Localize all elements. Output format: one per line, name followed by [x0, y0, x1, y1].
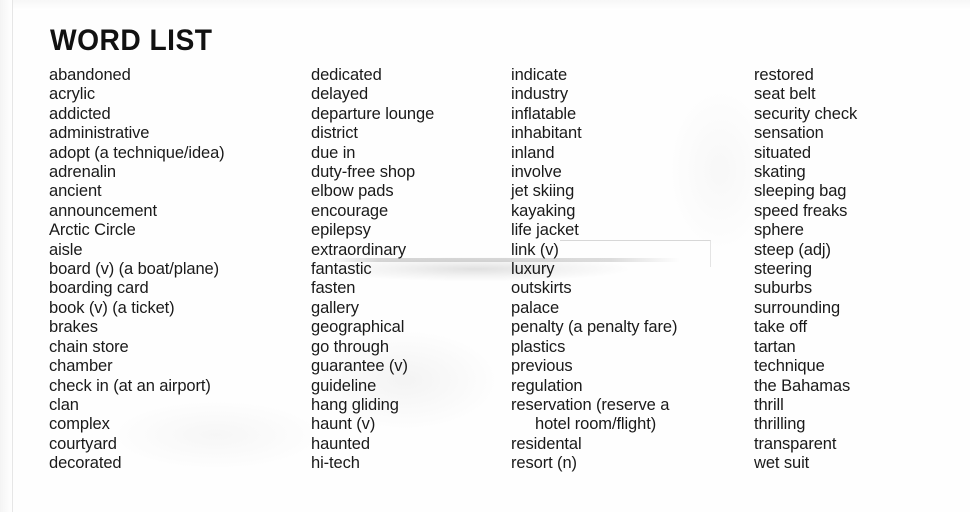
word-list-item: brakes: [49, 318, 98, 337]
word-list-item: resort (n): [511, 454, 577, 473]
word-list-item: fasten: [311, 279, 356, 298]
word-list-item: courtyard: [49, 434, 117, 453]
word-list-item: wet suit: [754, 454, 810, 473]
word-list-item: restored: [754, 66, 814, 84]
word-list-item: acrylic: [49, 85, 96, 104]
word-list-item: adopt (a technique/idea): [49, 143, 225, 162]
word-list-item: Arctic Circle: [49, 221, 136, 240]
word-list-item: sleeping bag: [754, 182, 847, 201]
word-list-item: technique: [754, 357, 825, 376]
word-list-item: situated: [754, 143, 811, 162]
word-list-item: haunted: [311, 434, 370, 453]
word-list-item: link (v): [511, 240, 559, 259]
word-list-item: ancient: [49, 182, 102, 201]
word-list-item: district: [311, 124, 358, 143]
word-list-item: go through: [311, 337, 389, 356]
word-list-item: duty-free shop: [311, 163, 416, 182]
word-list-item: sensation: [754, 124, 824, 143]
word-list-item: fantastic: [311, 260, 372, 279]
word-list-item: chain store: [49, 337, 129, 356]
word-list-item: epilepsy: [311, 221, 371, 240]
word-list-item: hi-tech: [311, 454, 360, 473]
page-content: WORD LIST abandoned acrylic addicted admini…: [0, 0, 970, 512]
word-list-item: administrative: [49, 124, 150, 143]
word-list-item: chamber: [49, 357, 113, 376]
word-list-item: plastics: [511, 337, 566, 356]
word-list-item: adrenalin: [49, 163, 116, 182]
word-list-item: kayaking: [511, 201, 576, 220]
word-list-item: previous: [511, 357, 573, 376]
word-list-item: seat belt: [754, 85, 816, 104]
word-list-item: steep (adj): [754, 240, 831, 259]
word-list-item: surrounding: [754, 298, 841, 317]
word-list-item: luxury: [511, 260, 555, 279]
word-list-item: sphere: [754, 221, 804, 240]
word-list-item: inland: [511, 143, 555, 162]
page-title: WORD LIST: [50, 24, 213, 57]
word-list-item: steering: [754, 260, 812, 279]
word-list-item: take off: [754, 318, 808, 337]
word-list-item: speed freaks: [754, 201, 848, 220]
word-list-item: geographical: [311, 318, 405, 337]
word-list-item: inhabitant: [511, 124, 582, 143]
word-list-item: hang gliding: [311, 395, 399, 414]
word-list-item: boarding card: [49, 279, 149, 298]
word-list-item: penalty (a penalty fare): [511, 318, 678, 337]
word-list-item: decorated: [49, 454, 122, 473]
word-list-item: palace: [511, 298, 560, 317]
word-list-item: announcement: [49, 201, 157, 220]
word-column-1: abandoned acrylic addicted administrative ad…: [49, 66, 304, 474]
word-list-item: board (v) (a boat/plane): [49, 260, 220, 279]
word-list-item: suburbs: [754, 279, 813, 298]
word-list-item: reservation (reserve a: [511, 395, 670, 414]
word-list-item: the Bahamas: [754, 376, 851, 395]
word-list-item: skating: [754, 163, 806, 182]
word-list-item: departure lounge: [311, 104, 435, 123]
word-list-item: clan: [49, 395, 79, 414]
word-list-item: involve: [511, 163, 562, 182]
word-list-item: tartan: [754, 337, 796, 356]
word-list-item: check in (at an airport): [49, 376, 211, 395]
word-list-item: guideline: [311, 376, 377, 395]
word-list-item: gallery: [311, 298, 359, 317]
word-list-item: delayed: [311, 85, 369, 104]
word-list-item: security check: [754, 104, 858, 123]
word-list-item: guarantee (v): [311, 357, 408, 376]
word-column-2: dedicated delayed departure lounge district…: [311, 66, 506, 474]
word-list-item: elbow pads: [311, 182, 394, 201]
word-list-item: haunt (v): [311, 415, 376, 434]
word-list-item: industry: [511, 85, 568, 104]
word-list-item: regulation: [511, 376, 583, 395]
word-list-item: thrilling: [754, 415, 806, 434]
word-list-item: jet skiing: [511, 182, 575, 201]
word-list-item: due in: [311, 143, 356, 162]
word-list-item: extraordinary: [311, 240, 406, 259]
word-list-item: outskirts: [511, 279, 572, 298]
word-list-item: thrill: [754, 395, 784, 414]
word-list-item: life jacket: [511, 221, 579, 240]
word-list-item: book (v) (a ticket): [49, 298, 175, 317]
word-list-item: inflatable: [511, 104, 577, 123]
word-list-item: indicate: [511, 66, 568, 84]
word-list-item: transparent: [754, 434, 837, 453]
word-list-item: abandoned: [49, 66, 131, 84]
word-column-3: indicate industry inflatable inhabitant inla…: [511, 66, 746, 474]
word-list-item: aisle: [49, 240, 83, 259]
word-list-item: hotel room/flight): [535, 415, 657, 434]
word-list-item: complex: [49, 415, 110, 434]
word-column-4: restored seat belt security check sensation…: [754, 66, 954, 474]
word-list-item: dedicated: [311, 66, 382, 84]
word-list-item: addicted: [49, 104, 111, 123]
word-list-item: residental: [511, 434, 582, 453]
scanned-page: WORD LIST abandoned acrylic addicted admini…: [0, 0, 970, 512]
word-list-item: encourage: [311, 201, 389, 220]
